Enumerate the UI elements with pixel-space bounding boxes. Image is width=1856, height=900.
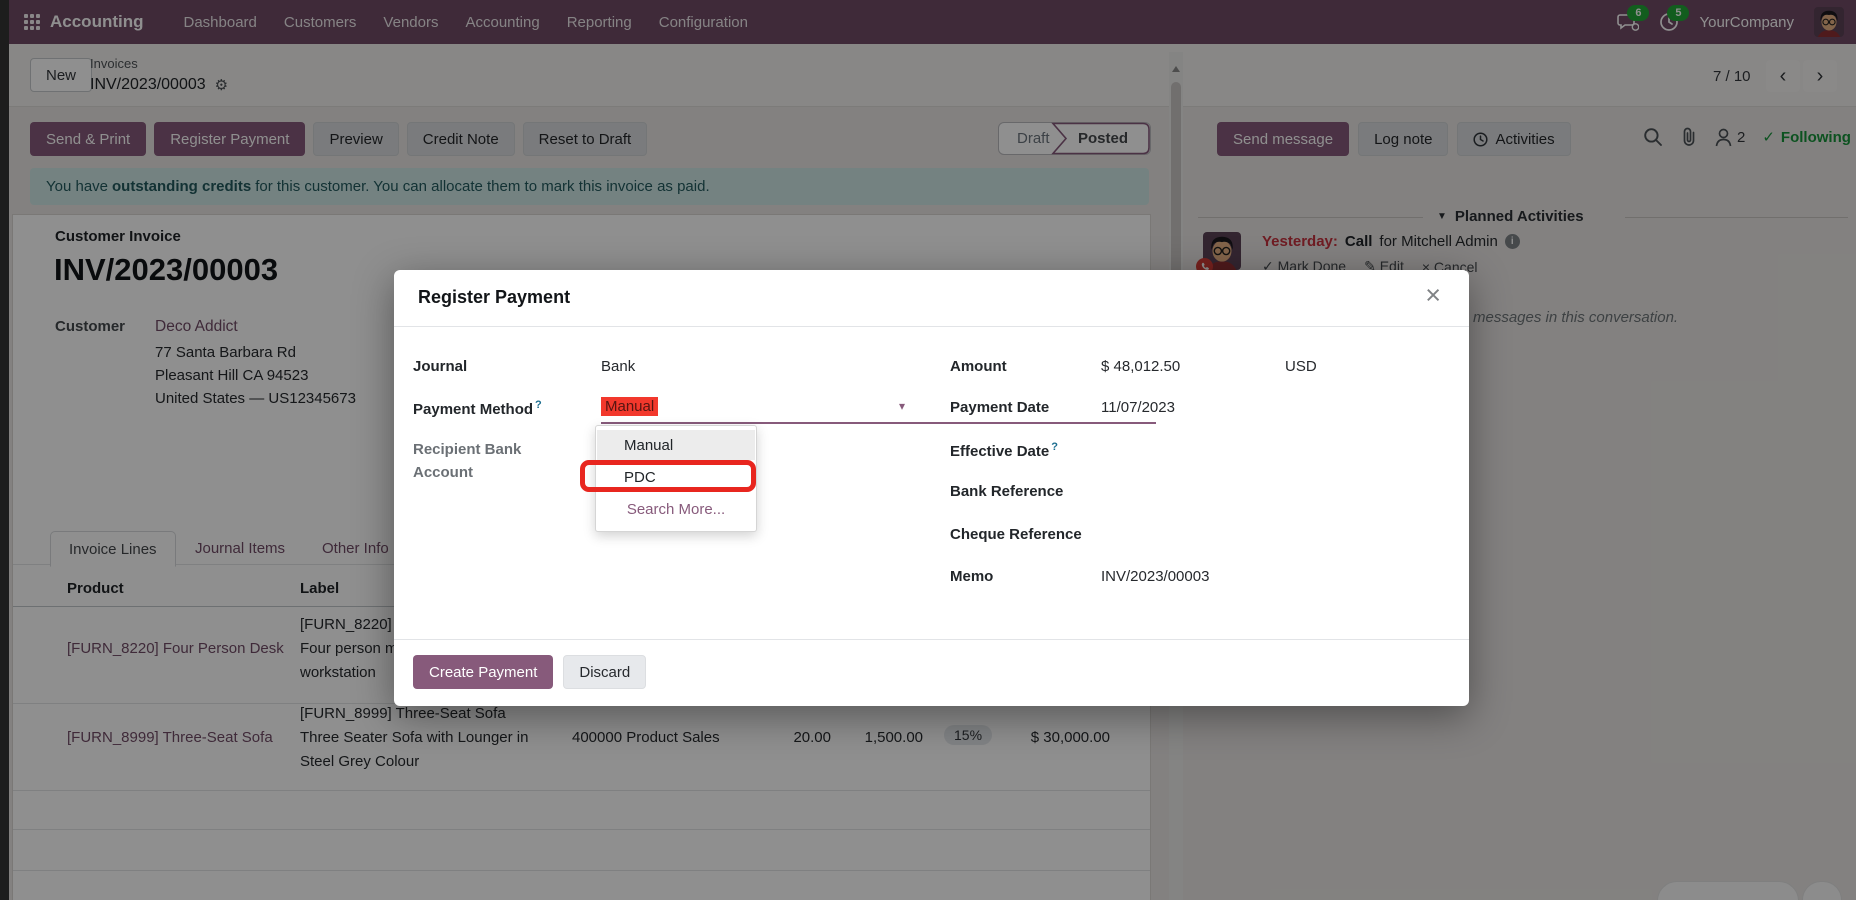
close-icon[interactable]: × bbox=[1425, 282, 1441, 309]
modal-title: Register Payment bbox=[418, 287, 570, 308]
currency-label: USD bbox=[1285, 358, 1317, 375]
payment-date-field[interactable]: 11/07/2023 bbox=[1101, 399, 1175, 416]
bank-reference-label: Bank Reference bbox=[950, 483, 1063, 500]
recipient-bank-label-line2: Account bbox=[413, 464, 473, 481]
dropdown-option-manual[interactable]: Manual bbox=[597, 430, 755, 460]
effective-date-label: Effective Date? bbox=[950, 441, 1058, 460]
bank-reference-field[interactable] bbox=[1101, 483, 1251, 501]
modal-footer-divider bbox=[394, 639, 1469, 640]
effective-date-label-text: Effective Date bbox=[950, 443, 1049, 460]
payment-method-underline bbox=[601, 422, 1156, 424]
dropdown-search-more[interactable]: Search More... bbox=[597, 494, 755, 524]
journal-field[interactable]: Bank bbox=[601, 358, 635, 375]
modal-header-divider bbox=[394, 326, 1469, 327]
journal-label: Journal bbox=[413, 358, 467, 375]
amount-field[interactable]: $ 48,012.50 bbox=[1101, 358, 1180, 375]
help-icon: ? bbox=[535, 399, 542, 411]
memo-field[interactable]: INV/2023/00003 bbox=[1101, 568, 1209, 585]
memo-label: Memo bbox=[950, 568, 993, 585]
payment-date-label: Payment Date bbox=[950, 399, 1049, 416]
effective-date-field[interactable] bbox=[1101, 441, 1251, 459]
discard-button[interactable]: Discard bbox=[563, 655, 646, 689]
cheque-reference-field[interactable] bbox=[1101, 526, 1251, 544]
payment-method-dropdown: Manual PDC Search More... bbox=[595, 425, 757, 532]
recipient-bank-label-line1: Recipient Bank bbox=[413, 441, 521, 458]
create-payment-button[interactable]: Create Payment bbox=[413, 655, 553, 689]
amount-label: Amount bbox=[950, 358, 1007, 375]
help-icon: ? bbox=[1051, 441, 1058, 453]
dropdown-caret-icon[interactable]: ▾ bbox=[899, 399, 905, 413]
payment-method-label: Payment Method? bbox=[413, 399, 542, 418]
cheque-reference-label: Cheque Reference bbox=[950, 526, 1082, 543]
payment-method-label-text: Payment Method bbox=[413, 401, 533, 418]
app-window: Accounting Dashboard Customers Vendors A… bbox=[0, 0, 1856, 900]
payment-method-field[interactable]: Manual bbox=[601, 397, 658, 416]
register-payment-modal: Register Payment × Journal Bank Payment … bbox=[394, 270, 1469, 706]
dropdown-option-pdc[interactable]: PDC bbox=[597, 462, 755, 492]
